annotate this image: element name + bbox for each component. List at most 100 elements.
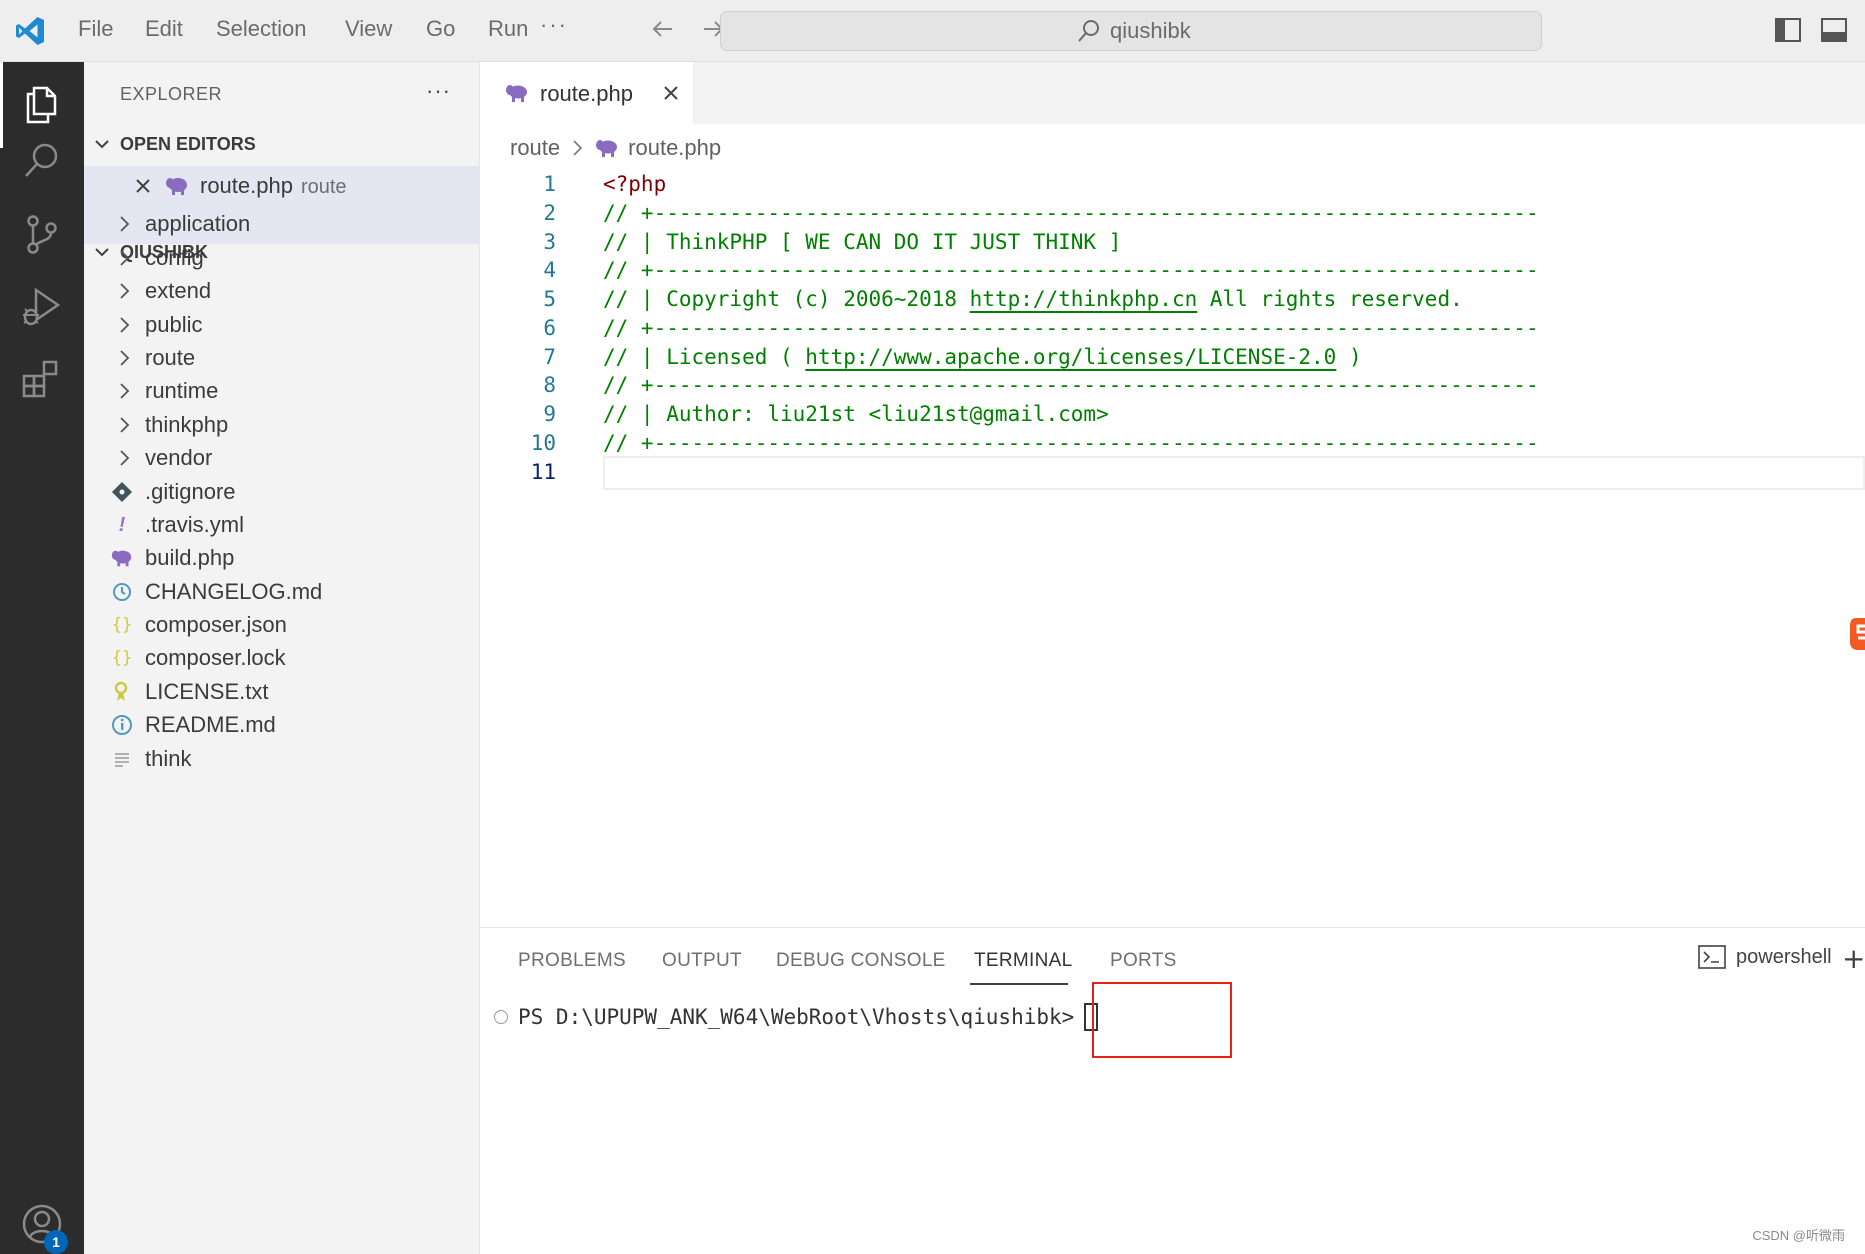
thinkphp-link[interactable]: http://thinkphp.cn <box>970 287 1198 311</box>
file-label: .gitignore <box>145 479 236 504</box>
line-number: 2 <box>543 201 556 225</box>
shell-name: powershell <box>1736 945 1832 968</box>
file-think[interactable]: think <box>84 739 480 779</box>
floating-widget-icon[interactable] <box>1848 614 1865 654</box>
folder-label: config <box>145 245 204 270</box>
file-label: build.php <box>145 545 235 570</box>
line-text: // +------------------------------------… <box>603 431 1539 455</box>
close-icon[interactable] <box>132 175 154 197</box>
extensions-icon[interactable] <box>20 356 64 400</box>
chevron-down-icon <box>95 140 109 149</box>
open-editor-filename: route.php <box>200 173 293 198</box>
editor-tab-route-php[interactable]: route.php <box>480 62 694 124</box>
license-icon <box>114 681 128 701</box>
toggle-panel-icon[interactable] <box>1820 17 1848 43</box>
chevron-right-icon <box>120 216 130 232</box>
chevron-right-icon <box>120 417 130 433</box>
title-bar: File Edit Selection View Go Run ··· qius… <box>0 0 1865 62</box>
file-label: CHANGELOG.md <box>145 579 323 604</box>
folder-label: application <box>145 211 251 236</box>
back-arrow-icon[interactable] <box>648 14 678 44</box>
folder-label: runtime <box>145 378 219 403</box>
line-number: 9 <box>543 402 556 426</box>
explorer-more-button[interactable]: ··· <box>426 78 451 104</box>
line-text: // | Author: liu21st <liu21st@gmail.com> <box>603 402 1109 426</box>
menu-go[interactable]: Go <box>426 16 455 42</box>
toggle-sidebar-icon[interactable] <box>1774 17 1802 43</box>
breadcrumb-folder[interactable]: route <box>510 135 560 161</box>
search-icon[interactable] <box>20 138 64 182</box>
file-label: composer.json <box>145 612 287 637</box>
editor-area: route.php route route.php 1 <?php 2 // +… <box>480 62 1865 927</box>
chevron-right-icon <box>120 350 130 366</box>
line-text-pre: // | Copyright (c) 2006~2018 <box>603 287 970 311</box>
menu-run[interactable]: Run <box>488 16 528 42</box>
source-control-icon[interactable] <box>20 212 64 256</box>
folder-label: extend <box>145 278 212 303</box>
activity-bar: 1 <box>0 62 84 1254</box>
line-text-post: All rights reserved. <box>1197 287 1463 311</box>
terminal-line[interactable]: PS D:\UPUPW_ANK_W64\WebRoot\Vhosts\qiush… <box>494 1003 1099 1031</box>
line-number: 3 <box>543 230 556 254</box>
line-text: // | ThinkPHP [ WE CAN DO IT JUST THINK … <box>603 230 1122 254</box>
breadcrumb: route route.php <box>510 132 721 164</box>
chevron-right-icon <box>573 140 583 156</box>
tab-debug-console[interactable]: DEBUG CONSOLE <box>776 950 946 972</box>
menu-edit[interactable]: Edit <box>145 16 183 42</box>
open-editors-header[interactable]: OPEN EDITORS <box>84 126 480 162</box>
line-text-pre: // | Licensed ( <box>603 345 806 369</box>
line-number: 4 <box>543 258 556 282</box>
vscode-logo-icon <box>16 17 44 45</box>
yaml-icon: ! <box>118 513 126 536</box>
more-menu-button[interactable]: ··· <box>540 12 568 38</box>
folder-label: vendor <box>145 445 213 470</box>
tab-terminal[interactable]: TERMINAL <box>974 950 1072 972</box>
terminal-icon <box>1698 945 1726 969</box>
php-icon <box>596 140 618 157</box>
file-label: .travis.yml <box>145 512 244 537</box>
bottom-panel: PROBLEMS OUTPUT DEBUG CONSOLE TERMINAL P… <box>480 927 1865 1254</box>
folder-label: route <box>145 345 196 370</box>
accounts-badge: 1 <box>44 1230 68 1254</box>
line-text: // +------------------------------------… <box>603 201 1539 225</box>
apache-license-link[interactable]: http://www.apache.org/licenses/LICENSE-2… <box>805 345 1336 369</box>
annotation-highlight-box <box>1092 982 1232 1058</box>
file-label: composer.lock <box>145 645 286 670</box>
text-file-icon <box>115 753 129 767</box>
terminal-prompt: PS D:\UPUPW_ANK_W64\WebRoot\Vhosts\qiush… <box>518 1005 1075 1029</box>
file-label: LICENSE.txt <box>145 679 269 704</box>
breadcrumb-file[interactable]: route.php <box>628 135 721 161</box>
menu-file[interactable]: File <box>78 16 113 42</box>
open-editor-item[interactable]: route.php route <box>84 166 480 206</box>
active-indicator <box>0 62 3 148</box>
info-icon <box>112 715 132 735</box>
json-icon: {} <box>111 615 133 635</box>
line-number: 5 <box>543 287 556 311</box>
tab-label: route.php <box>540 81 633 106</box>
menu-selection[interactable]: Selection <box>216 16 307 42</box>
line-number: 8 <box>543 373 556 397</box>
file-label: README.md <box>145 712 276 737</box>
line-text: // | Licensed ( http://www.apache.org/li… <box>603 345 1362 369</box>
folder-label: public <box>145 312 203 337</box>
tab-problems[interactable]: PROBLEMS <box>518 950 626 972</box>
terminal-shell-selector[interactable]: powershell <box>1698 945 1832 969</box>
close-icon[interactable] <box>660 82 682 104</box>
menu-view[interactable]: View <box>345 16 392 42</box>
line-text-post: ) <box>1336 345 1362 369</box>
command-decoration-icon <box>494 1010 508 1024</box>
tab-ports[interactable]: PORTS <box>1110 950 1177 972</box>
current-code-line[interactable]: 11 <box>480 456 1865 490</box>
new-terminal-button[interactable]: + <box>1842 942 1865 975</box>
line-text: // +------------------------------------… <box>603 316 1539 340</box>
command-center-search[interactable]: qiushibk <box>720 11 1542 51</box>
line-number: 7 <box>543 345 556 369</box>
explorer-icon[interactable] <box>20 82 64 126</box>
tab-output[interactable]: OUTPUT <box>662 950 742 972</box>
active-tab-underline <box>970 983 1068 985</box>
run-debug-icon[interactable] <box>20 284 64 328</box>
accounts-badge-count: 1 <box>52 1234 60 1250</box>
line-number: 11 <box>530 460 556 484</box>
explorer-sidebar: EXPLORER ··· OPEN EDITORS route.php route… <box>84 62 480 1254</box>
line-text: <?php <box>603 172 667 196</box>
